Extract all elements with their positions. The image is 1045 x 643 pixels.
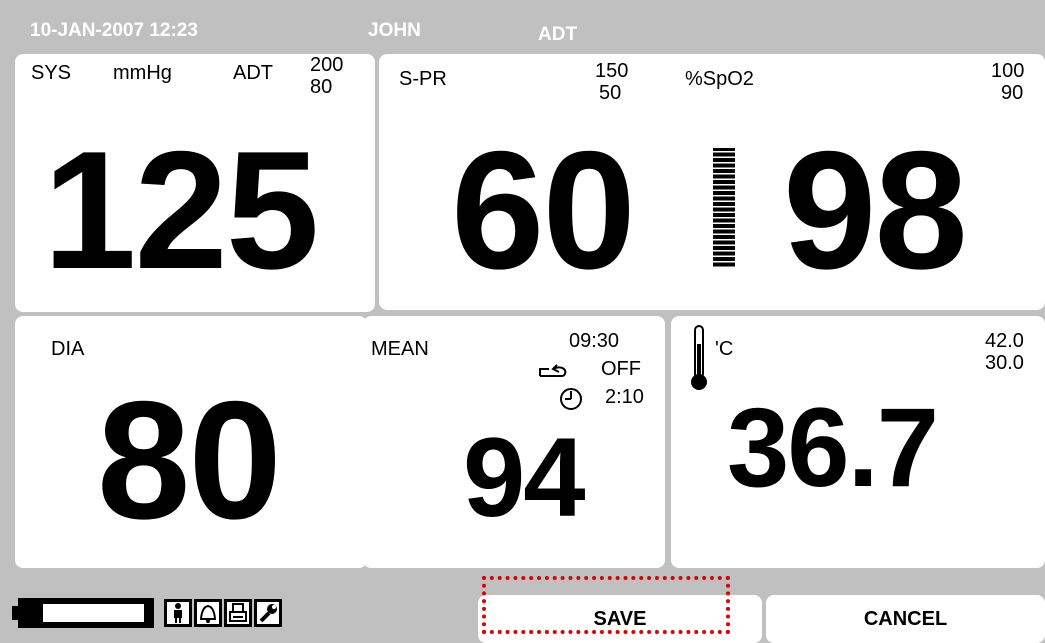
signal-bar-segment	[713, 257, 735, 261]
temp-alarm-high: 42.0	[985, 330, 1024, 352]
cancel-button[interactable]: CANCEL	[766, 595, 1045, 643]
mean-panel[interactable]: MEAN 09:30 OFF 2:10 94	[363, 316, 665, 568]
battery-cap	[12, 606, 18, 620]
signal-bar-segment	[713, 207, 735, 212]
signal-bar-segment	[713, 224, 735, 228]
sys-value: 125	[43, 116, 319, 304]
signal-bar-segment	[713, 213, 735, 217]
auto-cycle-icon	[539, 364, 567, 377]
printer-icon[interactable]	[224, 599, 252, 627]
signal-bar-segment	[713, 148, 735, 151]
sys-mode: ADT	[233, 62, 273, 84]
timer-value: 2:10	[605, 386, 644, 408]
dia-value: 80	[97, 366, 282, 554]
signal-bar-segment	[713, 152, 735, 157]
mode-label: ADT	[538, 24, 578, 45]
timer-clock-icon	[560, 388, 582, 410]
spo2-label: %SpO2	[685, 68, 754, 90]
dia-label: DIA	[51, 338, 85, 360]
temp-value: 36.7	[727, 385, 939, 510]
signal-bar-segment	[713, 240, 735, 245]
sys-unit: mmHg	[113, 62, 172, 84]
signal-bar-segment	[713, 218, 735, 223]
mean-label: MEAN	[371, 338, 429, 360]
signal-bar-segment	[713, 262, 735, 267]
battery-indicator	[18, 598, 154, 628]
spr-alarm-low: 50	[599, 82, 622, 104]
auto-cycle-state: OFF	[601, 358, 641, 380]
sys-label: SYS	[31, 62, 72, 84]
dia-panel[interactable]: DIA 80	[15, 316, 367, 568]
mean-value: 94	[463, 415, 586, 540]
monitor-screen: 10-JAN-2007 12:23 JOHN ADT SYS mmHg ADT …	[8, 8, 1045, 643]
pulse-signal-bar	[713, 148, 735, 267]
spr-label: S-PR	[399, 68, 447, 90]
spr-value: 60	[451, 116, 636, 304]
header-bar: 10-JAN-2007 12:23 JOHN ADT	[8, 8, 1045, 54]
signal-bar-segment	[713, 196, 735, 201]
signal-bar-segment	[713, 163, 735, 168]
signal-bar-segment	[713, 191, 735, 195]
signal-bar-segment	[713, 158, 735, 162]
temp-panel[interactable]: 'C 42.0 30.0 36.7	[671, 316, 1045, 568]
signal-bar-segment	[713, 251, 735, 256]
mean-interval-time: 09:30	[569, 330, 620, 352]
signal-bar-segment	[713, 174, 735, 179]
spr-spo2-panel[interactable]: S-PR 150 50 60 %SpO2 100 90 98	[379, 54, 1045, 310]
signal-bar-segment	[713, 246, 735, 250]
wrench-icon[interactable]	[254, 599, 282, 627]
sys-alarm-low: 80	[310, 76, 333, 98]
sys-panel[interactable]: SYS mmHg ADT 200 80 125	[15, 54, 375, 312]
signal-bar-segment	[713, 202, 735, 206]
patient-name: JOHN	[368, 20, 421, 41]
spr-alarm-high: 150	[595, 60, 629, 82]
signal-bar-segment	[713, 169, 735, 173]
spo2-value: 98	[783, 116, 968, 304]
signal-bar-segment	[713, 185, 735, 190]
datetime: 10-JAN-2007 12:23	[30, 20, 198, 41]
alarm-bell-icon[interactable]	[194, 599, 222, 627]
patient-icon[interactable]	[164, 599, 192, 627]
signal-bar-segment	[713, 235, 735, 239]
sys-alarm-high: 200	[310, 54, 344, 76]
temp-alarm-low: 30.0	[985, 352, 1024, 374]
save-button-focus-outline	[482, 576, 730, 634]
signal-bar-segment	[713, 180, 735, 184]
thermometer-icon	[691, 325, 707, 390]
signal-bar-segment	[713, 229, 735, 234]
spo2-alarm-low: 90	[1001, 82, 1024, 104]
temp-unit: 'C	[715, 338, 734, 360]
spo2-alarm-high: 100	[991, 60, 1025, 82]
